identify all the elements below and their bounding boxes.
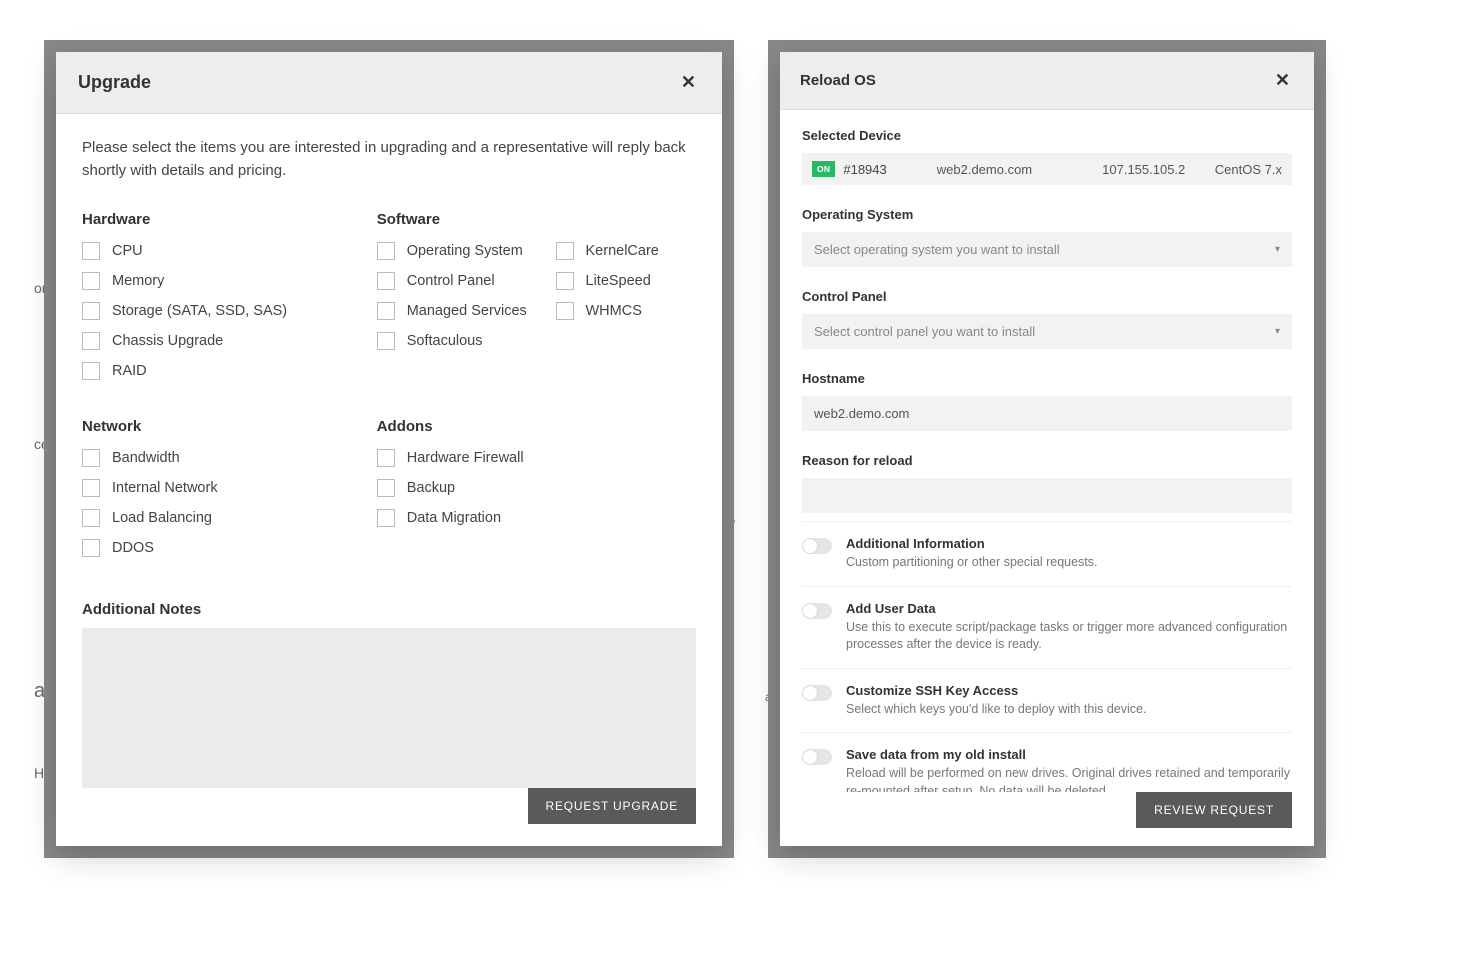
toggle-switch[interactable]	[802, 749, 832, 765]
checkbox-data-migration[interactable]: Data Migration	[377, 509, 696, 527]
checkbox-storage[interactable]: Storage (SATA, SSD, SAS)	[82, 302, 377, 320]
selected-device-bar: ON #18943 web2.demo.com 107.155.105.2 Ce…	[802, 153, 1292, 185]
checkbox-load-balancing[interactable]: Load Balancing	[82, 509, 377, 527]
additional-notes-input[interactable]	[82, 628, 696, 789]
additional-notes-label: Additional Notes	[82, 601, 696, 618]
checkbox-memory[interactable]: Memory	[82, 272, 377, 290]
checkbox-kernelcare[interactable]: KernelCare	[556, 242, 696, 260]
hardware-heading: Hardware	[82, 211, 377, 228]
review-request-button[interactable]: Review Request	[1136, 792, 1292, 828]
checkbox-firewall[interactable]: Hardware Firewall	[377, 449, 696, 467]
checkbox-chassis[interactable]: Chassis Upgrade	[82, 332, 377, 350]
os-select[interactable]: Select operating system you want to inst…	[802, 232, 1292, 267]
device-os: CentOS 7.x	[1215, 162, 1282, 177]
upgrade-intro: Please select the items you are interest…	[82, 136, 696, 183]
checkbox-ddos[interactable]: DDOS	[82, 539, 377, 557]
upgrade-modal-header: Upgrade ✕	[56, 52, 722, 114]
device-ip: 107.155.105.2	[1102, 162, 1185, 177]
network-heading: Network	[82, 418, 377, 435]
control-panel-select[interactable]: Select control panel you want to install…	[802, 314, 1292, 349]
checkbox-softaculous[interactable]: Softaculous	[377, 332, 556, 350]
selected-device-heading: Selected Device	[802, 128, 1292, 143]
toggle-user-data: Add User Data Use this to execute script…	[802, 586, 1292, 668]
toggle-ssh-keys: Customize SSH Key Access Select which ke…	[802, 668, 1292, 733]
toggle-save-data: Save data from my old install Reload wil…	[802, 732, 1292, 792]
reason-heading: Reason for reload	[802, 453, 1292, 468]
reload-os-modal: Reload OS ✕ Selected Device ON #18943 we…	[768, 40, 1326, 858]
checkbox-internal-network[interactable]: Internal Network	[82, 479, 377, 497]
chevron-down-icon: ▾	[1275, 244, 1280, 255]
toggle-switch[interactable]	[802, 603, 832, 619]
hostname-input[interactable]	[802, 396, 1292, 431]
reload-modal-header: Reload OS ✕	[780, 52, 1314, 110]
chevron-down-icon: ▾	[1275, 326, 1280, 337]
checkbox-bandwidth[interactable]: Bandwidth	[82, 449, 377, 467]
upgrade-title: Upgrade	[78, 72, 151, 93]
checkbox-os[interactable]: Operating System	[377, 242, 556, 260]
os-heading: Operating System	[802, 207, 1292, 222]
toggle-switch[interactable]	[802, 685, 832, 701]
checkbox-managed-services[interactable]: Managed Services	[377, 302, 556, 320]
hostname-heading: Hostname	[802, 371, 1292, 386]
reason-input[interactable]	[802, 478, 1292, 513]
request-upgrade-button[interactable]: Request Upgrade	[528, 788, 696, 824]
checkbox-cpu[interactable]: CPU	[82, 242, 377, 260]
checkbox-control-panel[interactable]: Control Panel	[377, 272, 556, 290]
device-id: #18943	[843, 162, 886, 177]
reload-title: Reload OS	[800, 72, 876, 89]
upgrade-modal: Upgrade ✕ Please select the items you ar…	[44, 40, 734, 858]
checkbox-whmcs[interactable]: WHMCS	[556, 302, 696, 320]
software-heading: Software	[377, 211, 696, 228]
cp-heading: Control Panel	[802, 289, 1292, 304]
device-status-badge: ON	[812, 161, 835, 177]
checkbox-raid[interactable]: RAID	[82, 362, 377, 380]
close-icon[interactable]: ✕	[677, 68, 700, 97]
checkbox-litespeed[interactable]: LiteSpeed	[556, 272, 696, 290]
toggle-additional-info: Additional Information Custom partitioni…	[802, 521, 1292, 586]
toggle-switch[interactable]	[802, 538, 832, 554]
checkbox-backup[interactable]: Backup	[377, 479, 696, 497]
device-hostname: web2.demo.com	[937, 162, 1032, 177]
addons-heading: Addons	[377, 418, 696, 435]
close-icon[interactable]: ✕	[1271, 66, 1294, 95]
